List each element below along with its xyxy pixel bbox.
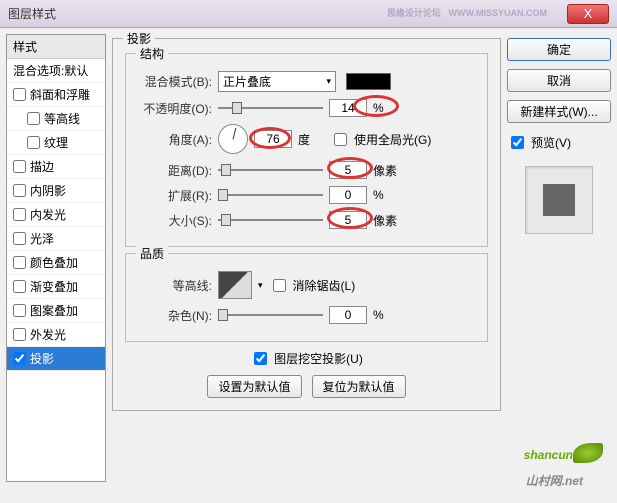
site-logo: shancun 山村网.net [524,439,603,491]
knockout-check[interactable]: 图层挖空投影(U) [250,349,363,368]
opacity-label: 不透明度(O): [136,100,212,117]
check-bevel[interactable] [13,88,26,101]
preview-box [525,166,593,234]
distance-label: 距离(D): [136,162,212,179]
ok-button[interactable]: 确定 [507,38,611,61]
watermark: 思缘设计论坛 WWW.MISSYUAN.COM [383,4,547,19]
structure-group: 结构 混合模式(B): 正片叠底▾ 不透明度(O): 14 % 角度(A): 7… [125,53,488,247]
size-label: 大小(S): [136,212,212,229]
blend-mode-combo[interactable]: 正片叠底▾ [218,71,336,92]
spread-label: 扩展(R): [136,187,212,204]
dropshadow-fieldset: 投影 结构 混合模式(B): 正片叠底▾ 不透明度(O): 14 % 角度(A)… [112,38,501,411]
quality-group: 品质 等高线: ▾ 消除锯齿(L) 杂色(N): 0 % [125,253,488,342]
list-item[interactable]: 光泽 [7,227,105,251]
cancel-button[interactable]: 取消 [507,69,611,92]
angle-label: 角度(A): [136,131,212,148]
opacity-slider[interactable] [218,107,323,109]
check-patternoverlay[interactable] [13,304,26,317]
angle-input[interactable]: 76 [254,130,292,148]
list-item-dropshadow[interactable]: 投影 [7,347,105,371]
styles-header: 样式 [7,35,105,59]
list-item[interactable]: 内发光 [7,203,105,227]
blend-mode-label: 混合模式(B): [136,73,212,90]
list-item[interactable]: 纹理 [7,131,105,155]
list-item[interactable]: 斜面和浮雕 [7,83,105,107]
angle-dial[interactable] [218,124,248,154]
preview-swatch [543,184,575,216]
global-light-check[interactable]: 使用全局光(G) [330,130,431,149]
right-buttons: 确定 取消 新建样式(W)... 预览(V) [507,34,611,482]
distance-input[interactable]: 5 [329,161,367,179]
check-texture[interactable] [27,136,40,149]
set-default-button[interactable]: 设置为默认值 [207,375,301,398]
noise-label: 杂色(N): [136,307,212,324]
list-item[interactable]: 图案叠加 [7,299,105,323]
opacity-input[interactable]: 14 [329,99,367,117]
contour-label: 等高线: [136,277,212,294]
list-item[interactable]: 描边 [7,155,105,179]
size-input[interactable]: 5 [329,211,367,229]
settings-panel: 投影 结构 混合模式(B): 正片叠底▾ 不透明度(O): 14 % 角度(A)… [112,34,501,482]
spread-slider[interactable] [218,194,323,196]
close-button[interactable]: X [567,4,609,24]
chevron-down-icon[interactable]: ▾ [258,280,263,291]
styles-list: 样式 混合选项:默认 斜面和浮雕 等高线 纹理 描边 内阴影 内发光 光泽 颜色… [6,34,106,482]
check-innerglow[interactable] [13,208,26,221]
noise-input[interactable]: 0 [329,306,367,324]
check-stroke[interactable] [13,160,26,173]
leaf-icon [573,443,603,463]
chevron-down-icon: ▾ [326,76,331,87]
check-outerglow[interactable] [13,328,26,341]
preview-check[interactable]: 预览(V) [507,133,611,152]
spread-input[interactable]: 0 [329,186,367,204]
check-coloroverlay[interactable] [13,256,26,269]
reset-default-button[interactable]: 复位为默认值 [312,375,406,398]
list-item[interactable]: 外发光 [7,323,105,347]
antialias-check[interactable]: 消除锯齿(L) [269,276,356,295]
new-style-button[interactable]: 新建样式(W)... [507,100,611,123]
list-item[interactable]: 等高线 [7,107,105,131]
blend-options-item[interactable]: 混合选项:默认 [7,59,105,83]
check-gradientoverlay[interactable] [13,280,26,293]
check-dropshadow[interactable] [13,352,26,365]
noise-slider[interactable] [218,314,323,316]
contour-picker[interactable] [218,271,252,299]
list-item[interactable]: 渐变叠加 [7,275,105,299]
check-contour[interactable] [27,112,40,125]
list-item[interactable]: 颜色叠加 [7,251,105,275]
check-innershadow[interactable] [13,184,26,197]
size-slider[interactable] [218,219,323,221]
list-item[interactable]: 内阴影 [7,179,105,203]
color-swatch[interactable] [346,73,391,90]
distance-slider[interactable] [218,169,323,171]
check-satin[interactable] [13,232,26,245]
